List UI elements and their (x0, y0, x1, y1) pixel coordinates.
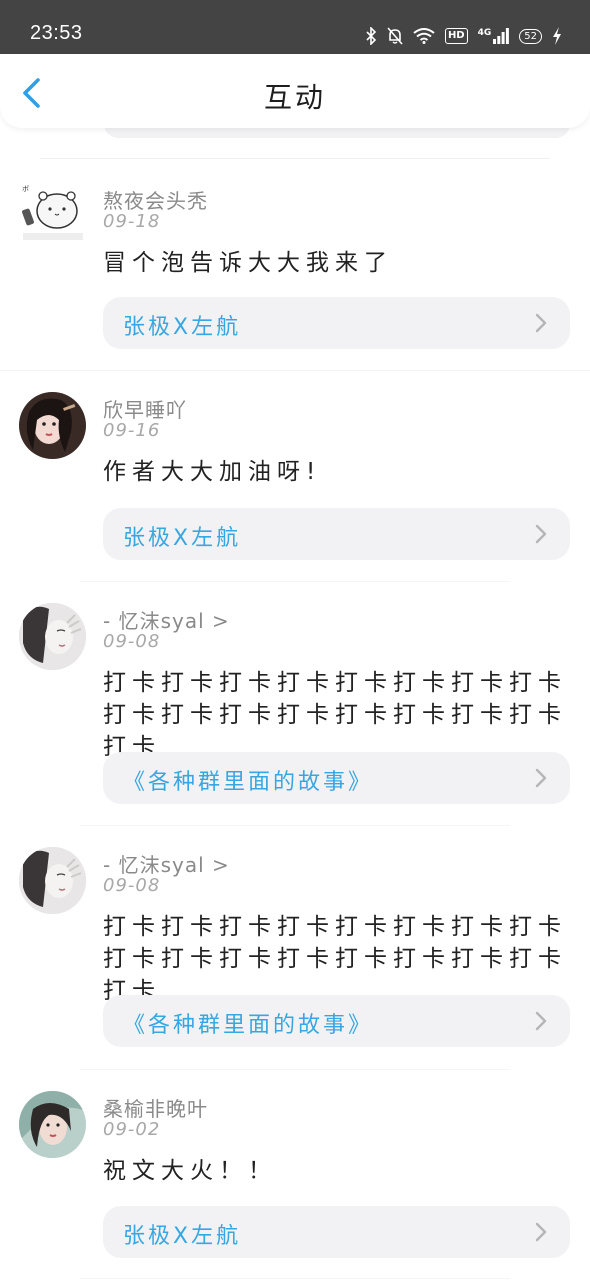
divider (40, 158, 550, 159)
comment-text: 冒个泡告诉大大我来了 (103, 250, 393, 276)
book-title: 张极X左航 (123, 526, 242, 551)
avatar[interactable] (19, 392, 86, 459)
divider (80, 825, 510, 826)
chevron-right-icon (535, 524, 547, 544)
avatar[interactable] (19, 603, 86, 670)
user-name[interactable]: 欣早睡吖 (103, 394, 187, 423)
book-link-card[interactable]: 《各种群里面的故事》 (103, 752, 570, 804)
comment-text: 作者大大加油呀! (103, 459, 322, 485)
post-date: 09-08 (103, 631, 161, 652)
comment-text: 打卡打卡打卡打卡打卡打卡打卡打卡打卡打卡打卡打卡打卡打卡打卡打卡打卡 (103, 670, 567, 760)
divider (80, 581, 510, 582)
comment-text: 打卡打卡打卡打卡打卡打卡打卡打卡打卡打卡打卡打卡打卡打卡打卡打卡打卡 (103, 914, 567, 1004)
comment-text: 祝文大火！！ (103, 1158, 277, 1184)
charging-icon (552, 27, 562, 45)
girl-portrait-avatar (19, 392, 86, 459)
post-date: 09-18 (103, 211, 161, 232)
avatar[interactable]: ボ (19, 181, 86, 248)
hd-icon: HD (444, 28, 468, 44)
bluetooth-icon (365, 27, 377, 45)
network-label: 4G (477, 28, 492, 38)
avatar[interactable] (19, 847, 86, 914)
book-title: 张极X左航 (123, 315, 242, 340)
book-link-card[interactable]: 张极X左航 (103, 297, 570, 349)
battery-level: 52 (524, 30, 537, 42)
book-link-card[interactable]: 张极X左航 (103, 1206, 570, 1258)
page-title: 互动 (263, 81, 326, 114)
hamster-sticker-avatar: ボ (19, 181, 86, 248)
wifi-icon (413, 28, 435, 44)
bw-portrait-avatar (19, 603, 86, 670)
book-title: 《各种群里面的故事》 (123, 1013, 374, 1038)
divider (80, 1069, 510, 1070)
bw-portrait-avatar (19, 847, 86, 914)
svg-text:ボ: ボ (22, 185, 29, 193)
post-date: 09-02 (103, 1119, 161, 1140)
post-date: 09-08 (103, 875, 161, 896)
chevron-right-icon (535, 1222, 547, 1242)
chevron-right-icon (535, 1011, 547, 1031)
book-link-card[interactable]: 张极X左航 (103, 508, 570, 560)
user-name[interactable]: 熬夜会头秃 (103, 185, 208, 214)
user-name[interactable]: - 忆沫syal > (103, 849, 230, 878)
4g-signal-icon: 4G (478, 28, 510, 44)
status-time: 23:53 (30, 22, 83, 44)
status-bar: 23:53 HD 4G 52 (0, 0, 590, 54)
book-title: 张极X左航 (123, 1224, 242, 1249)
battery-icon: 52 (519, 28, 542, 44)
book-title: 《各种群里面的故事》 (123, 770, 374, 795)
divider (0, 370, 590, 371)
bell-muted-icon (387, 27, 403, 45)
user-name[interactable]: 桑榆非晚叶 (103, 1093, 208, 1122)
teal-portrait-avatar (19, 1091, 86, 1158)
top-nav-bar: 互动 (0, 54, 590, 128)
chevron-right-icon (535, 313, 547, 333)
avatar[interactable] (19, 1091, 86, 1158)
post-date: 09-16 (103, 420, 161, 441)
user-name[interactable]: - 忆沫syal > (103, 605, 230, 634)
book-link-card[interactable]: 《各种群里面的故事》 (103, 995, 570, 1047)
divider (80, 1278, 510, 1279)
chevron-right-icon (535, 768, 547, 788)
status-icons: HD 4G 52 (365, 24, 562, 48)
